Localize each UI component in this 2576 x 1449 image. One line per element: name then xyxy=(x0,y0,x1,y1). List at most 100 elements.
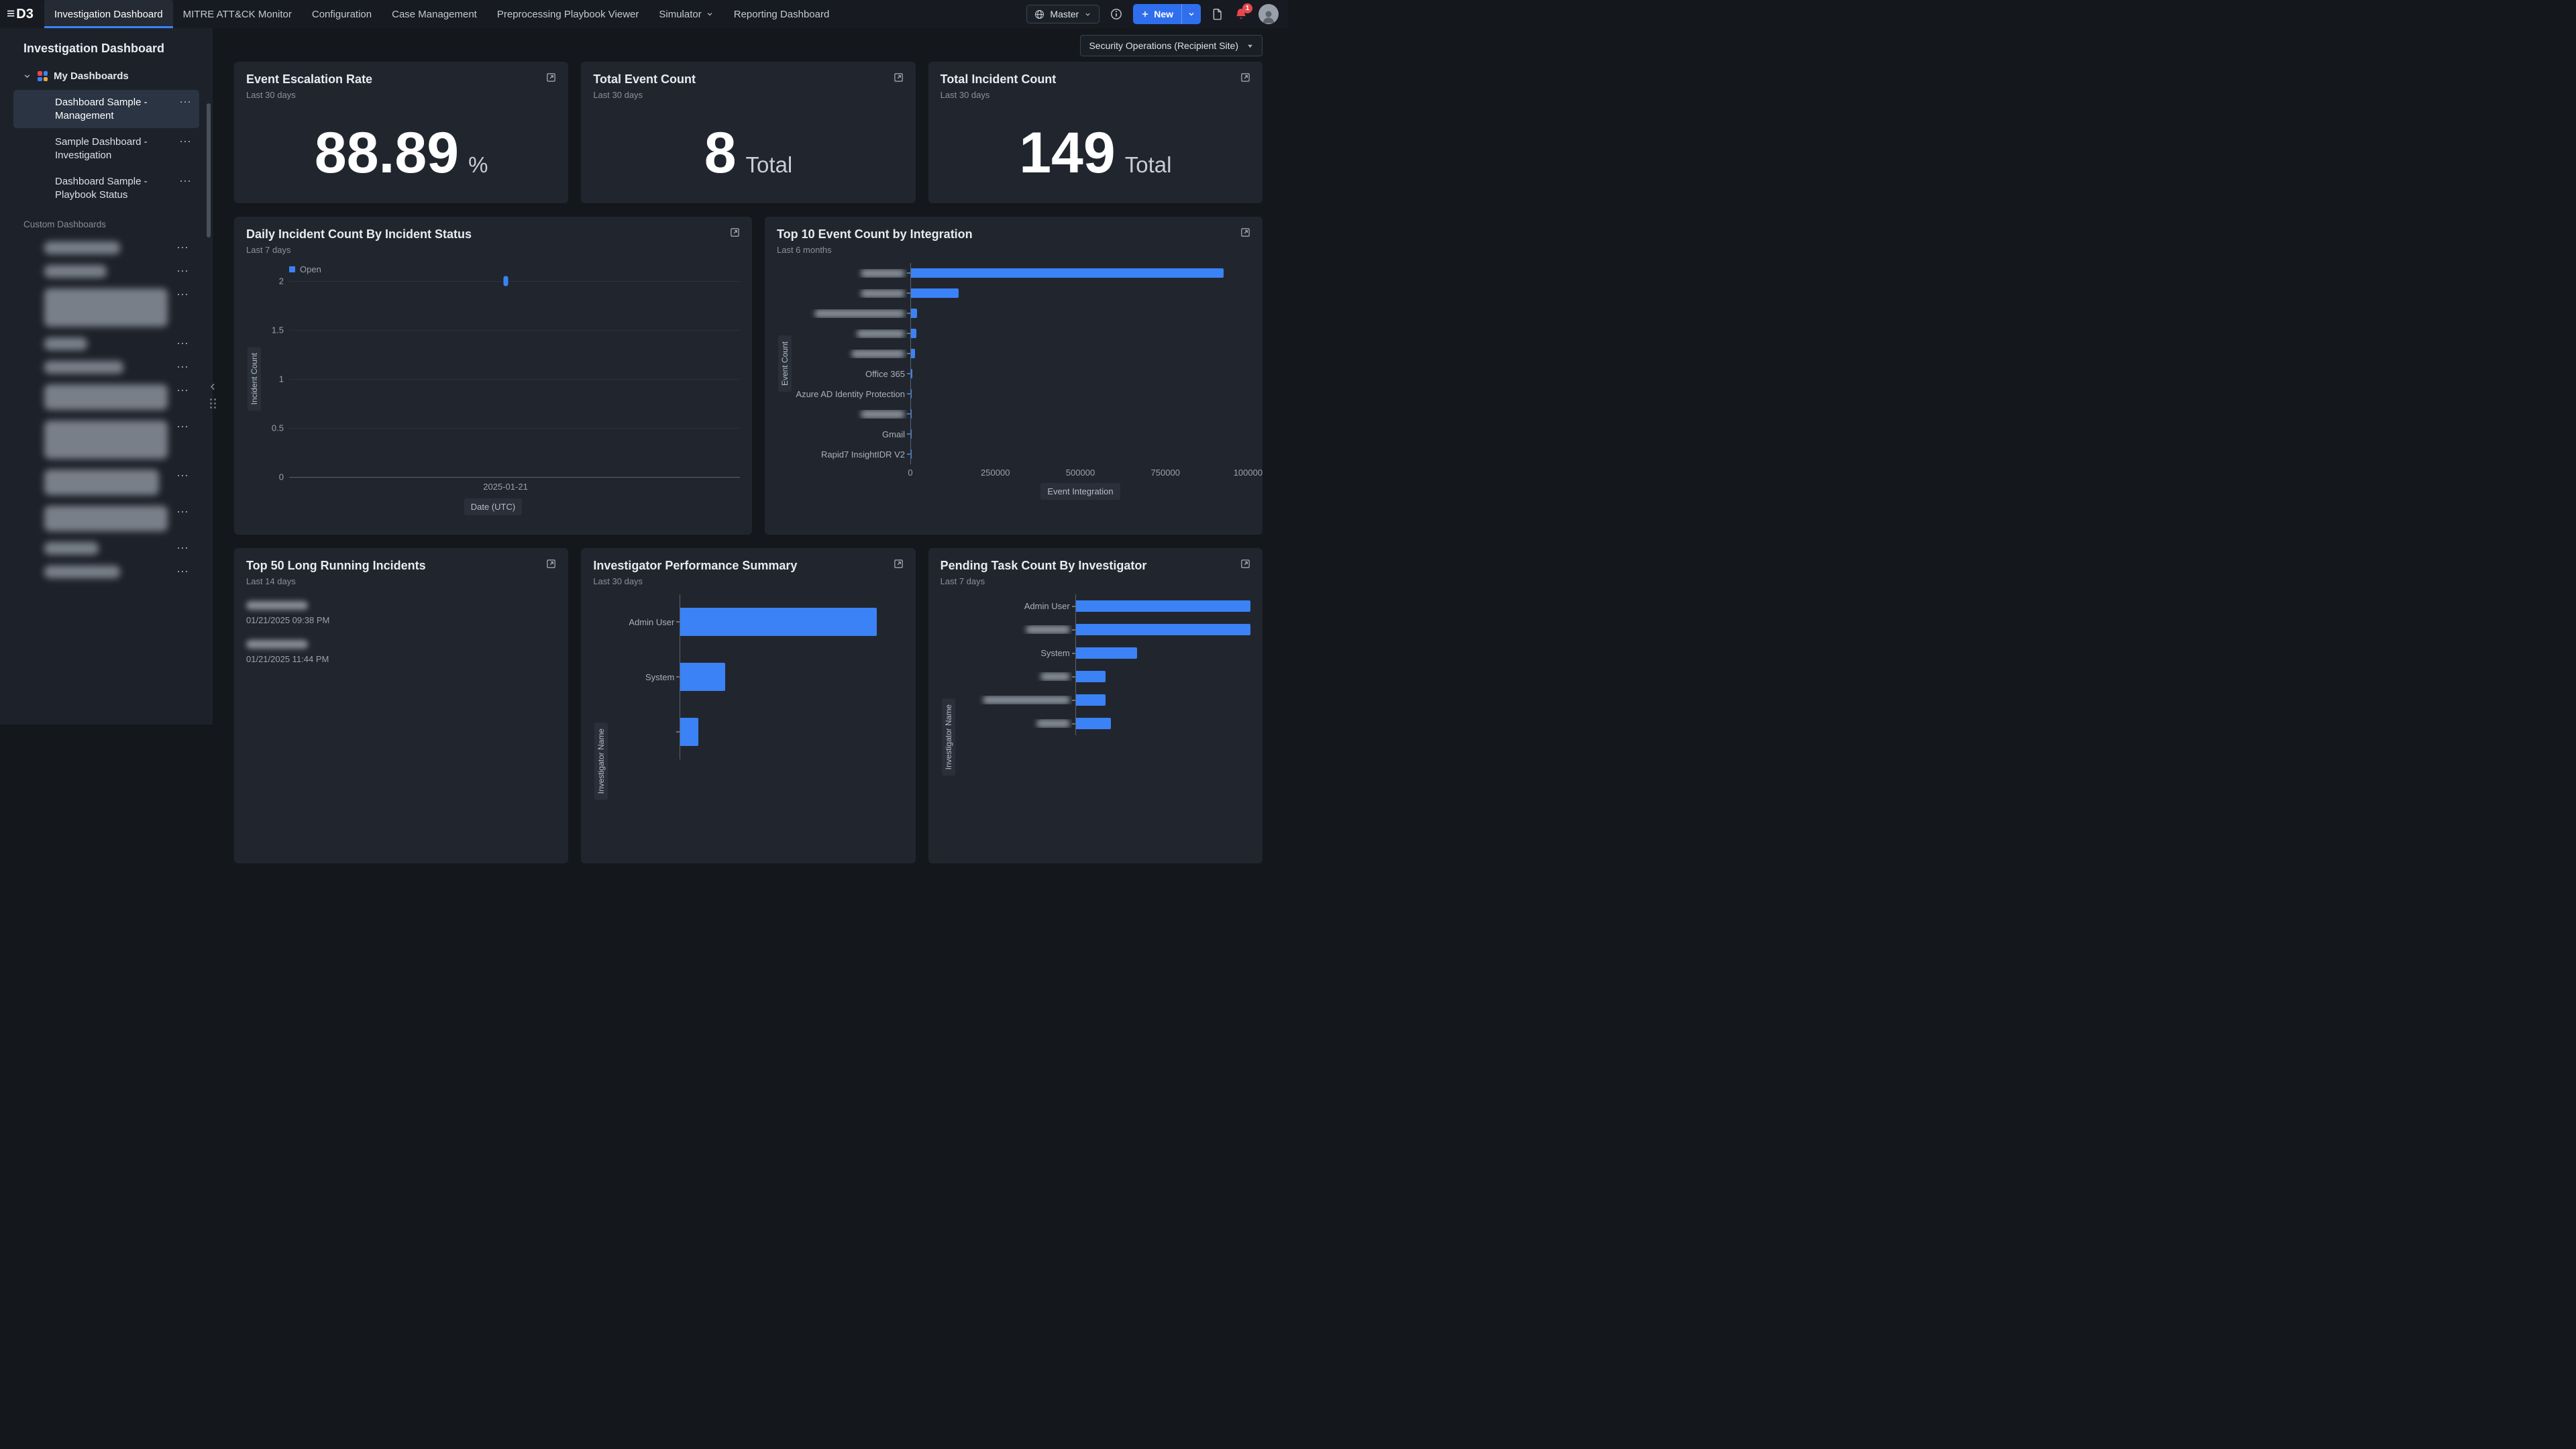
expand-button[interactable] xyxy=(546,72,556,83)
performance-bar-chart: Investigator Name Admin UserSystem xyxy=(593,594,903,759)
sidebar-item-sample-dashboard-investigation[interactable]: Sample Dashboard - Investigation ⋯ xyxy=(13,129,199,168)
custom-dashboard-item[interactable]: ⋯ xyxy=(0,379,213,415)
kpi-suffix: Total xyxy=(1125,152,1172,178)
expand-button[interactable] xyxy=(894,72,904,83)
sidebar-item-dashboard-sample-playbook-status[interactable]: Dashboard Sample - Playbook Status ⋯ xyxy=(13,169,199,207)
bar-track xyxy=(910,323,1250,343)
new-button-dropdown[interactable] xyxy=(1181,4,1201,24)
tab-mitre-attack-monitor[interactable]: MITRE ATT&CK Monitor xyxy=(173,0,302,28)
item-menu-icon[interactable]: ⋯ xyxy=(174,470,191,482)
bar-row xyxy=(957,665,1250,688)
external-link-icon xyxy=(1240,227,1250,237)
tab-case-management[interactable]: Case Management xyxy=(382,0,487,28)
chevron-down-icon xyxy=(706,10,714,18)
incident-list-item[interactable]: 01/21/2025 09:38 PM xyxy=(246,601,556,625)
x-tick-label: 1000000 xyxy=(1234,468,1263,478)
item-menu-icon[interactable]: ⋯ xyxy=(176,136,194,148)
sidebar-drag-handle[interactable] xyxy=(210,398,216,409)
category-label xyxy=(793,329,907,338)
card-total-incident-count: Total Incident Count Last 30 days 149 To… xyxy=(928,62,1263,203)
item-menu-icon[interactable]: ⋯ xyxy=(174,542,191,554)
redacted-dashboard-name xyxy=(44,566,120,578)
custom-dashboard-item[interactable]: ⋯ xyxy=(0,236,213,260)
globe-icon xyxy=(1034,9,1044,19)
y-tick-label: 0.5 xyxy=(272,423,284,433)
item-menu-icon[interactable]: ⋯ xyxy=(174,288,191,301)
new-button[interactable]: New xyxy=(1133,4,1201,24)
kpi-suffix: Total xyxy=(746,152,793,178)
master-environment-selector[interactable]: Master xyxy=(1026,5,1099,23)
document-icon xyxy=(1212,8,1224,20)
custom-dashboard-item[interactable]: ⋯ xyxy=(0,356,213,379)
custom-dashboard-item[interactable]: ⋯ xyxy=(0,415,213,464)
info-button[interactable] xyxy=(1110,8,1122,20)
bar-track xyxy=(910,303,1250,323)
custom-dashboard-item[interactable]: ⋯ xyxy=(0,332,213,356)
custom-dashboard-item[interactable]: ⋯ xyxy=(0,283,213,332)
info-icon xyxy=(1110,8,1122,20)
bar xyxy=(911,389,912,398)
bar xyxy=(1076,671,1106,682)
custom-dashboard-item[interactable]: ⋯ xyxy=(0,560,213,584)
document-button[interactable] xyxy=(1212,8,1224,20)
sidebar-collapse-button[interactable] xyxy=(209,382,217,391)
sidebar-item-dashboard-sample-management[interactable]: Dashboard Sample - Management ⋯ xyxy=(13,90,199,128)
bar-row xyxy=(957,688,1250,712)
redacted-dashboard-name xyxy=(44,241,120,254)
site-selector[interactable]: Security Operations (Recipient Site) xyxy=(1080,35,1263,56)
item-menu-icon[interactable]: ⋯ xyxy=(174,265,191,277)
data-point xyxy=(503,276,508,286)
dashboard-main: Security Operations (Recipient Site) Eve… xyxy=(213,28,1288,724)
custom-dashboard-item[interactable]: ⋯ xyxy=(0,260,213,283)
expand-button[interactable] xyxy=(1240,72,1250,83)
caret-down-icon xyxy=(1246,42,1254,50)
card-title: Total Event Count xyxy=(593,72,696,87)
custom-dashboard-item[interactable]: ⋯ xyxy=(0,500,213,537)
alert-notifications-button[interactable]: 1 xyxy=(1234,7,1248,21)
item-menu-icon[interactable]: ⋯ xyxy=(174,421,191,433)
item-menu-icon[interactable]: ⋯ xyxy=(176,175,194,187)
tab-configuration[interactable]: Configuration xyxy=(302,0,382,28)
chevron-down-icon xyxy=(1084,11,1091,18)
category-label xyxy=(957,696,1072,704)
item-menu-icon[interactable]: ⋯ xyxy=(174,506,191,518)
item-menu-icon[interactable]: ⋯ xyxy=(174,361,191,373)
app-logo[interactable]: ≡ D3 xyxy=(7,6,34,22)
expand-button[interactable] xyxy=(1240,227,1250,237)
master-label: Master xyxy=(1050,9,1079,19)
item-menu-icon[interactable]: ⋯ xyxy=(174,566,191,578)
top10-bar-chart: Event Count Office 365Azure AD Identity … xyxy=(777,263,1250,500)
bar-track xyxy=(910,343,1250,364)
category-label: System xyxy=(609,672,676,682)
tab-reporting-dashboard[interactable]: Reporting Dashboard xyxy=(724,0,840,28)
gridline xyxy=(289,281,740,282)
tab-simulator[interactable]: Simulator xyxy=(649,0,723,28)
incident-list-item[interactable]: 01/21/2025 11:44 PM xyxy=(246,640,556,664)
card-subtitle: Last 6 months xyxy=(777,245,973,255)
legend-label: Open xyxy=(300,264,321,274)
redacted-dashboard-name xyxy=(44,421,168,459)
expand-button[interactable] xyxy=(730,227,740,237)
bar xyxy=(911,349,915,358)
custom-dashboard-item[interactable]: ⋯ xyxy=(0,464,213,500)
card-daily-incident-count-by-status: Daily Incident Count By Incident Status … xyxy=(234,217,752,535)
sidebar-scrollbar[interactable] xyxy=(207,103,211,237)
expand-button[interactable] xyxy=(894,559,904,569)
custom-dashboard-item[interactable]: ⋯ xyxy=(0,537,213,560)
tab-investigation-dashboard[interactable]: Investigation Dashboard xyxy=(44,0,173,28)
item-menu-icon[interactable]: ⋯ xyxy=(174,337,191,350)
item-menu-icon[interactable]: ⋯ xyxy=(174,384,191,396)
redacted-dashboard-name xyxy=(44,470,159,495)
bar-track xyxy=(1075,641,1250,665)
redacted-category-label xyxy=(857,329,905,338)
tab-preprocessing-playbook-viewer[interactable]: Preprocessing Playbook Viewer xyxy=(487,0,649,28)
item-menu-icon[interactable]: ⋯ xyxy=(176,96,194,108)
my-dashboards-group-header[interactable]: My Dashboards xyxy=(0,70,213,82)
user-avatar[interactable] xyxy=(1258,4,1279,24)
item-menu-icon[interactable]: ⋯ xyxy=(174,241,191,254)
expand-button[interactable] xyxy=(546,559,556,569)
bar-row: System xyxy=(957,641,1250,665)
expand-button[interactable] xyxy=(1240,559,1250,569)
kpi-value: 8 xyxy=(704,120,737,186)
bar-track xyxy=(1075,712,1250,735)
